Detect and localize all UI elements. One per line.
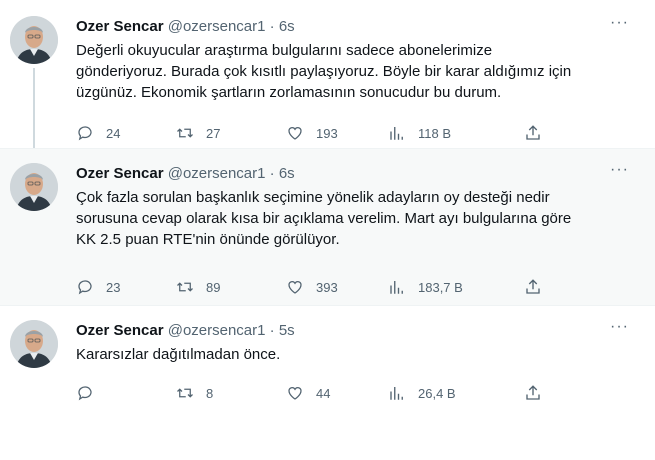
reply-icon xyxy=(78,126,92,141)
like-icon xyxy=(288,387,302,400)
separator-dot: · xyxy=(269,165,275,182)
tweet-header: Ozer Sencar @ozersencar1 · 6s xyxy=(76,165,295,182)
like-count: 44 xyxy=(316,385,331,401)
like-button[interactable]: 193 xyxy=(286,123,338,143)
tweet-time[interactable]: 6s xyxy=(279,18,295,35)
views-count: 118 B xyxy=(418,125,452,141)
views-button[interactable]: 26,4 B xyxy=(388,383,456,403)
views-button[interactable]: 183,7 B xyxy=(388,277,463,297)
tweet-text-line: sorusuna cevap olarak kısa bir açıklama … xyxy=(76,210,572,227)
retweet-button[interactable]: 89 xyxy=(176,277,220,297)
thread-line xyxy=(33,68,35,158)
reply-count: 23 xyxy=(106,279,121,295)
tweet-text: Değerli okuyucular araştırma bulgularını… xyxy=(76,40,636,103)
more-icon[interactable]: ··· xyxy=(610,161,629,179)
reply-button[interactable]: 23 xyxy=(76,277,120,297)
retweet-icon xyxy=(177,128,193,138)
tweet-time[interactable]: 5s xyxy=(279,322,295,339)
separator-dot: · xyxy=(269,18,275,35)
tweet-text: Kararsızlar dağıtılmadan önce. xyxy=(76,344,636,365)
views-count: 183,7 B xyxy=(418,279,463,295)
tweet-2[interactable]: Ozer Sencar @ozersencar1 · 6s ··· Çok fa… xyxy=(0,148,655,305)
retweet-icon xyxy=(177,388,193,398)
author-name[interactable]: Ozer Sencar xyxy=(76,18,164,35)
tweet-text-line: KK 2.5 puan RTE'nin önünde görülüyor. xyxy=(76,231,340,248)
author-name[interactable]: Ozer Sencar xyxy=(76,322,164,339)
tweet-text-line: gönderiyoruz. Burada çok kısıtlı paylaşı… xyxy=(76,63,572,80)
views-count: 26,4 B xyxy=(418,385,456,401)
views-button[interactable]: 118 B xyxy=(388,123,451,143)
reply-icon xyxy=(78,386,92,401)
more-icon[interactable]: ··· xyxy=(610,14,629,32)
tweet-text-line: Çok fazla sorulan başkanlık seçimine yön… xyxy=(76,189,550,206)
reply-icon xyxy=(78,280,92,295)
tweet-actions: 23 89 393 183,7 B xyxy=(76,277,556,297)
views-icon xyxy=(390,387,403,400)
like-icon xyxy=(288,281,302,294)
tweet-1[interactable]: Ozer Sencar @ozersencar1 · 6s ··· Değerl… xyxy=(0,0,655,158)
tweet-actions: 8 44 26,4 B xyxy=(76,383,556,403)
tweet-actions: 24 27 193 118 B xyxy=(76,123,556,143)
like-count: 193 xyxy=(316,125,338,141)
avatar[interactable] xyxy=(10,320,58,368)
retweet-icon xyxy=(177,282,193,292)
tweet-header: Ozer Sencar @ozersencar1 · 6s xyxy=(76,18,295,35)
retweet-count: 89 xyxy=(206,279,221,295)
tweet-text-line: Kararsızlar dağıtılmadan önce. xyxy=(76,346,281,363)
avatar[interactable] xyxy=(10,16,58,64)
retweet-count: 27 xyxy=(206,125,221,141)
share-icon xyxy=(526,125,540,140)
tweet-text-line: Değerli okuyucular araştırma bulgularını… xyxy=(76,42,493,59)
tweet-3[interactable]: Ozer Sencar @ozersencar1 · 5s ··· Karars… xyxy=(0,305,655,410)
share-icon xyxy=(526,279,540,294)
tweet-time[interactable]: 6s xyxy=(279,165,295,182)
tweet-text-line: üzgünüz. Ekonomik şartların zorlamasının… xyxy=(76,84,502,101)
separator-dot: · xyxy=(269,322,275,339)
reply-button[interactable] xyxy=(76,383,106,403)
tweet-header: Ozer Sencar @ozersencar1 · 5s xyxy=(76,322,295,339)
retweet-button[interactable]: 8 xyxy=(176,383,213,403)
avatar[interactable] xyxy=(10,163,58,211)
share-button[interactable] xyxy=(524,383,542,403)
share-icon xyxy=(526,385,540,400)
like-button[interactable]: 393 xyxy=(286,277,338,297)
reply-count: 24 xyxy=(106,125,121,141)
share-button[interactable] xyxy=(524,123,542,143)
views-icon xyxy=(390,127,403,140)
author-name[interactable]: Ozer Sencar xyxy=(76,165,164,182)
like-icon xyxy=(288,127,302,140)
more-icon[interactable]: ··· xyxy=(610,318,629,336)
author-handle[interactable]: @ozersencar1 xyxy=(168,165,266,182)
retweet-button[interactable]: 27 xyxy=(176,123,220,143)
reply-button[interactable]: 24 xyxy=(76,123,120,143)
views-icon xyxy=(390,281,403,294)
retweet-count: 8 xyxy=(206,385,214,401)
tweet-text: Çok fazla sorulan başkanlık seçimine yön… xyxy=(76,187,636,250)
author-handle[interactable]: @ozersencar1 xyxy=(168,322,266,339)
like-count: 393 xyxy=(316,279,338,295)
share-button[interactable] xyxy=(524,277,542,297)
author-handle[interactable]: @ozersencar1 xyxy=(168,18,266,35)
like-button[interactable]: 44 xyxy=(286,383,330,403)
